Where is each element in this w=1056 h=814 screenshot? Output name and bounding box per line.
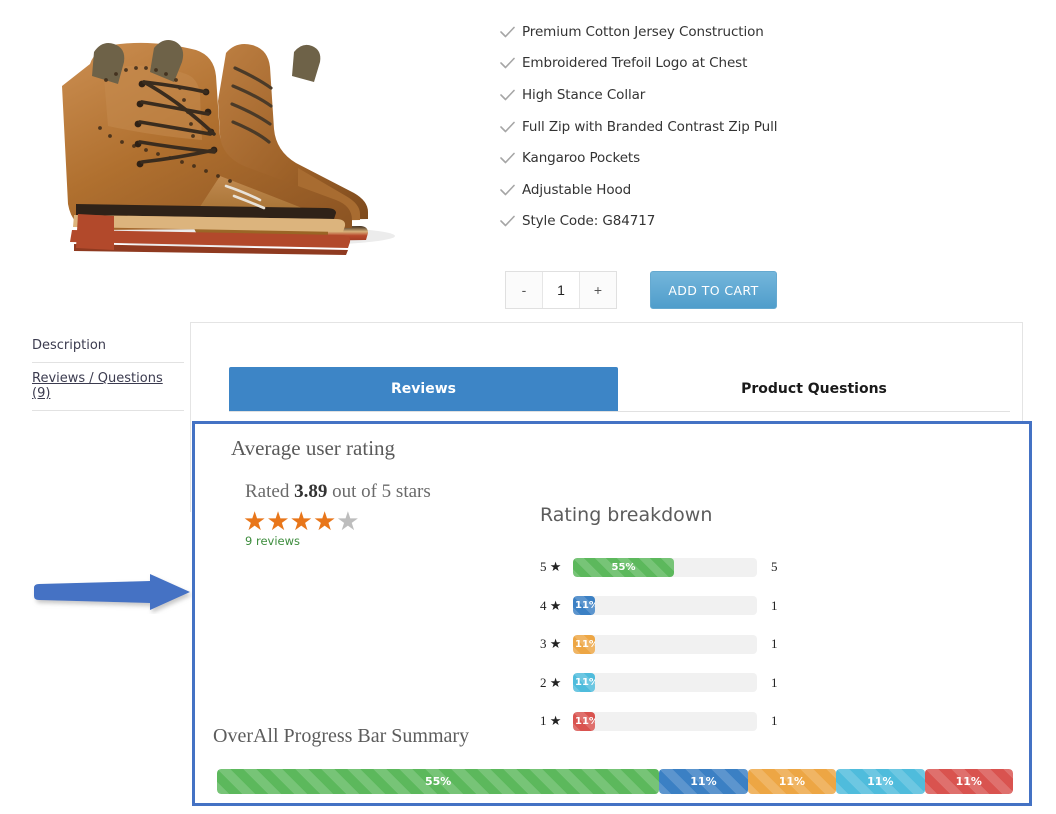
sidebar-item-description[interactable]: Description	[32, 330, 184, 363]
star-filled-icon: ★	[289, 506, 313, 536]
breakdown-count: 1	[771, 713, 778, 729]
star-rating: ★★★★★	[243, 508, 360, 534]
breakdown-row: 3 ★ 11% 1	[540, 625, 980, 664]
feature-label: High Stance Collar	[522, 86, 646, 103]
feature-item: Adjustable Hood	[500, 174, 970, 206]
average-rating-title: Average user rating	[231, 436, 396, 460]
check-icon	[500, 57, 522, 69]
progress-segment: 11%	[836, 769, 925, 794]
quantity-increment-button[interactable]: +	[580, 272, 616, 308]
breakdown-label: 5 ★	[540, 559, 562, 575]
feature-item: Kangaroo Pockets	[500, 142, 970, 174]
breakdown-count: 1	[771, 597, 778, 613]
breakdown-label: 2 ★	[540, 674, 562, 690]
star-filled-icon: ★	[243, 506, 267, 536]
breakdown-label: 4 ★	[540, 597, 562, 613]
feature-label: Adjustable Hood	[522, 181, 632, 198]
star-filled-icon: ★	[266, 506, 290, 536]
breakdown-track: 11%	[573, 596, 757, 616]
product-feature-list: Premium Cotton Jersey Construction Embro…	[500, 16, 970, 237]
rating-breakdown-chart: 5 ★ 55% 5 4 ★ 11% 1 3 ★ 11%	[540, 548, 980, 741]
reviews-content: Average user rating Rated 3.89 out of 5 …	[195, 424, 1029, 803]
check-icon	[500, 215, 522, 227]
quantity-input[interactable]	[542, 272, 580, 308]
annotation-arrow	[32, 574, 192, 614]
check-icon	[500, 26, 522, 38]
feature-label: Full Zip with Branded Contrast Zip Pull	[522, 118, 778, 135]
review-count-label: 9 reviews	[245, 534, 300, 548]
breakdown-track: 11%	[573, 634, 757, 654]
feature-label: Premium Cotton Jersey Construction	[522, 23, 764, 40]
breakdown-fill: 11%	[573, 711, 595, 731]
feature-item: Style Code: G84717	[500, 206, 970, 238]
quantity-stepper[interactable]: - +	[505, 271, 617, 309]
breakdown-track: 11%	[573, 711, 757, 731]
breakdown-fill: 11%	[573, 673, 595, 693]
feature-label: Kangaroo Pockets	[522, 150, 641, 167]
quantity-decrement-button[interactable]: -	[506, 272, 542, 308]
check-icon	[500, 121, 522, 133]
breakdown-label: 3 ★	[540, 636, 562, 652]
tab-product-questions[interactable]: Product Questions	[618, 367, 1010, 411]
rated-line: Rated 3.89 out of 5 stars	[245, 481, 431, 503]
check-icon	[500, 89, 522, 101]
breakdown-count: 1	[771, 636, 778, 652]
breakdown-row: 2 ★ 11% 1	[540, 664, 980, 703]
tab-reviews[interactable]: Reviews	[229, 367, 618, 411]
feature-label: Style Code: G84717	[522, 213, 656, 230]
feature-item: High Stance Collar	[500, 79, 970, 111]
summary-title: OverAll Progress Bar Summary	[213, 725, 470, 747]
add-to-cart-button[interactable]: ADD TO CART	[650, 271, 777, 309]
breakdown-track: 55%	[573, 557, 757, 577]
product-side-nav: Description Reviews / Questions (9)	[32, 330, 184, 411]
rated-suffix: out of 5 stars	[332, 481, 431, 502]
arrow-icon	[34, 574, 190, 610]
breakdown-count: 5	[771, 559, 778, 575]
progress-segment: 11%	[924, 769, 1013, 794]
product-image	[30, 8, 430, 258]
rated-prefix: Rated	[245, 481, 290, 502]
breakdown-fill: 11%	[573, 634, 595, 654]
progress-segment: 55%	[217, 769, 660, 794]
rating-breakdown-title: Rating breakdown	[540, 504, 713, 526]
check-icon	[500, 152, 522, 164]
breakdown-row: 4 ★ 11% 1	[540, 587, 980, 626]
rating-score: 3.89	[294, 481, 328, 502]
star-filled-icon: ★	[312, 506, 337, 536]
breakdown-row: 1 ★ 11% 1	[540, 702, 980, 741]
breakdown-label: 1 ★	[540, 713, 562, 729]
feature-label: Embroidered Trefoil Logo at Chest	[522, 55, 748, 72]
breakdown-fill: 55%	[573, 557, 674, 577]
product-page: Premium Cotton Jersey Construction Embro…	[0, 0, 1056, 814]
boot-illustration	[30, 8, 430, 258]
star-empty-icon: ★	[336, 506, 360, 536]
reviews-highlight-box: Average user rating Rated 3.89 out of 5 …	[192, 421, 1032, 806]
feature-item: Full Zip with Branded Contrast Zip Pull	[500, 111, 970, 143]
breakdown-fill: 11%	[573, 596, 595, 616]
overall-progress-bar: 55% 11% 11% 11% 11%	[217, 769, 1013, 794]
breakdown-count: 1	[771, 674, 778, 690]
breakdown-row: 5 ★ 55% 5	[540, 548, 980, 587]
check-icon	[500, 184, 522, 196]
sidebar-item-reviews-questions[interactable]: Reviews / Questions (9)	[32, 363, 184, 411]
purchase-controls: - + ADD TO CART	[505, 271, 777, 309]
progress-segment: 11%	[747, 769, 837, 794]
progress-segment: 11%	[659, 769, 748, 794]
feature-item: Premium Cotton Jersey Construction	[500, 16, 970, 48]
feature-item: Embroidered Trefoil Logo at Chest	[500, 48, 970, 80]
tab-bar: Reviews Product Questions	[229, 367, 1010, 412]
breakdown-track: 11%	[573, 673, 757, 693]
